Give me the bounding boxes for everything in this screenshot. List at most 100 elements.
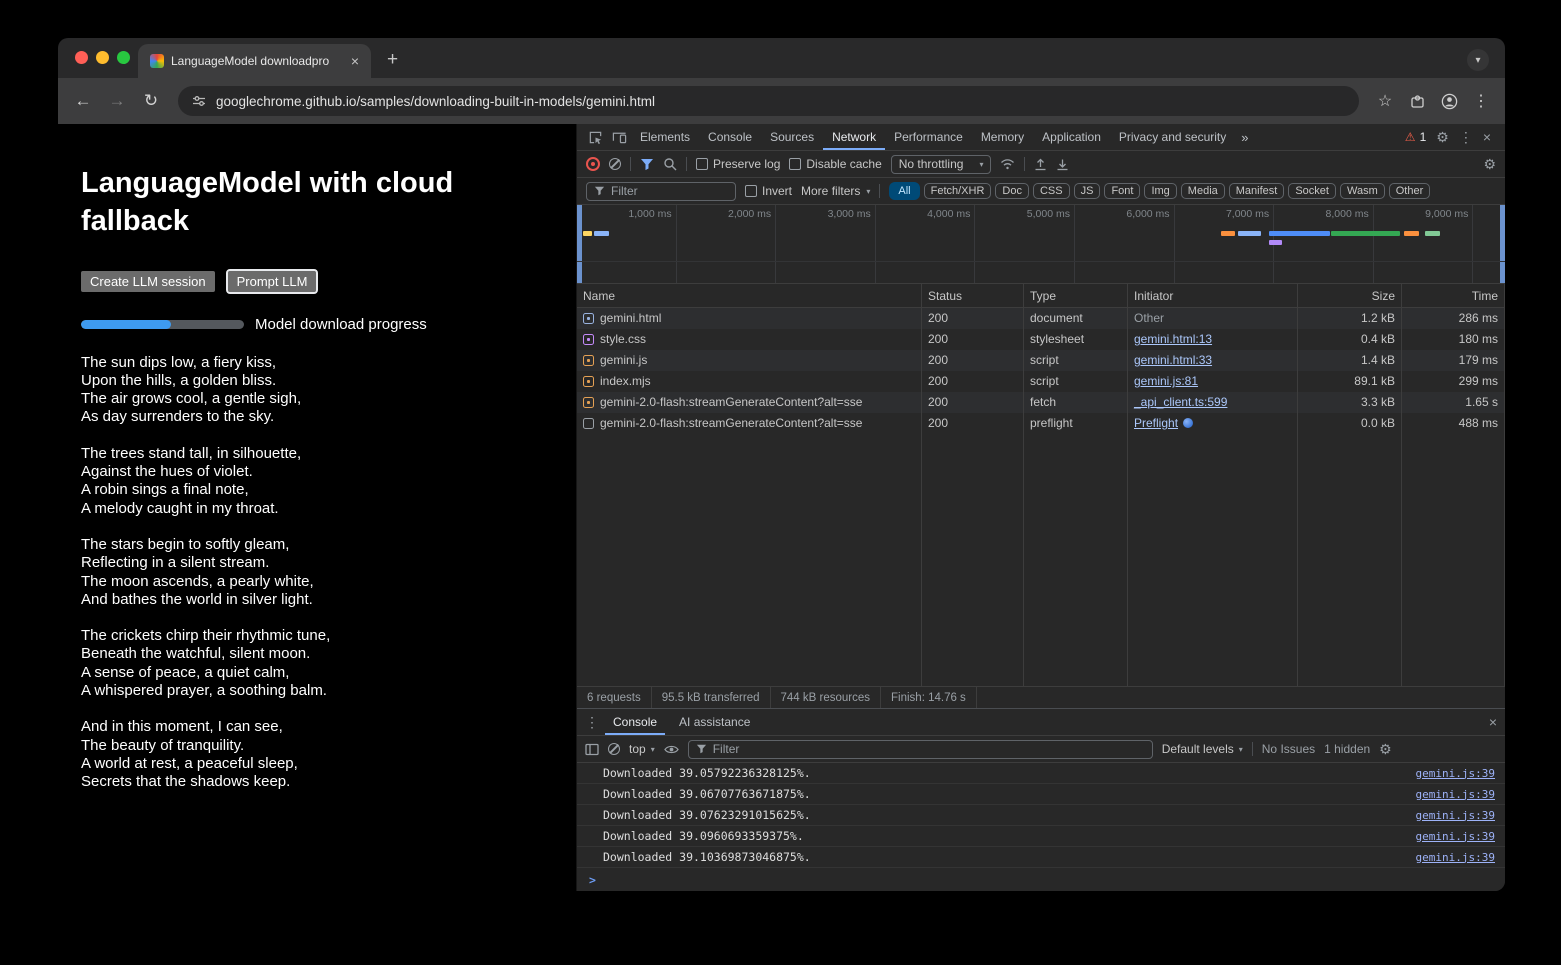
- column-header[interactable]: Time: [1402, 284, 1505, 307]
- request-name-cell[interactable]: gemini.js: [577, 350, 922, 371]
- console-filter-input[interactable]: Filter: [688, 740, 1153, 759]
- initiator-link[interactable]: Other: [1134, 311, 1164, 325]
- console-drawer-tab[interactable]: AI assistance: [671, 709, 758, 735]
- devtools-settings-icon[interactable]: ⚙: [1436, 129, 1449, 146]
- more-filters-button[interactable]: More filters ▾: [801, 184, 870, 198]
- devtools-menu-icon[interactable]: ⋮: [1459, 129, 1473, 146]
- browser-menu-icon[interactable]: ⋮: [1467, 87, 1495, 115]
- initiator-link[interactable]: Preflight: [1134, 416, 1178, 430]
- initiator-link[interactable]: gemini.html:13: [1134, 332, 1212, 346]
- create-llm-session-button[interactable]: Create LLM session: [81, 271, 215, 292]
- timeline-selection-handle[interactable]: [577, 205, 582, 283]
- tab-search-button[interactable]: ▾: [1467, 49, 1489, 71]
- initiator-cell[interactable]: Preflight: [1128, 413, 1298, 434]
- export-har-icon[interactable]: [1056, 158, 1069, 171]
- network-filter-chip[interactable]: CSS: [1033, 183, 1070, 199]
- inspect-element-icon[interactable]: [583, 124, 607, 150]
- request-name-cell[interactable]: index.mjs: [577, 371, 922, 392]
- initiator-cell[interactable]: Other: [1128, 308, 1298, 329]
- site-info-icon[interactable]: [192, 94, 206, 108]
- extensions-icon[interactable]: [1403, 87, 1431, 115]
- drawer-close-icon[interactable]: ×: [1489, 714, 1497, 730]
- forward-button[interactable]: →: [102, 86, 132, 116]
- request-name-cell[interactable]: style.css: [577, 329, 922, 350]
- console-drawer-tab[interactable]: Console: [605, 709, 665, 735]
- devtools-tab[interactable]: Sources: [761, 124, 823, 150]
- console-source-link[interactable]: gemini.js:39: [1416, 809, 1495, 822]
- browser-tab[interactable]: LanguageModel downloadpro ×: [138, 44, 371, 78]
- network-row[interactable]: style.css 200 stylesheet gemini.html:13 …: [577, 329, 1505, 350]
- disable-cache-checkbox[interactable]: Disable cache: [789, 157, 881, 171]
- console-levels-select[interactable]: Default levels ▾: [1162, 742, 1243, 756]
- network-filter-chip[interactable]: Img: [1144, 183, 1176, 199]
- devtools-tab[interactable]: Performance: [885, 124, 972, 150]
- bookmark-star-icon[interactable]: ☆: [1371, 87, 1399, 115]
- network-row[interactable]: gemini-2.0-flash:streamGenerateContent?a…: [577, 392, 1505, 413]
- console-source-link[interactable]: gemini.js:39: [1416, 851, 1495, 864]
- devtools-tab[interactable]: Application: [1033, 124, 1110, 150]
- request-name-cell[interactable]: gemini.html: [577, 308, 922, 329]
- clear-network-log-button[interactable]: [609, 158, 621, 170]
- issues-warning-badge[interactable]: ⚠ 1: [1405, 130, 1426, 144]
- devtools-tab[interactable]: Privacy and security: [1110, 124, 1235, 150]
- devtools-close-icon[interactable]: ×: [1483, 129, 1491, 145]
- initiator-link[interactable]: gemini.html:33: [1134, 353, 1212, 367]
- console-settings-icon[interactable]: ⚙: [1379, 741, 1392, 758]
- network-row[interactable]: gemini.html 200 document Other 1.2 kB 28…: [577, 308, 1505, 329]
- minimize-window-button[interactable]: [96, 51, 109, 64]
- network-filter-chip[interactable]: Manifest: [1229, 183, 1285, 199]
- request-name-cell[interactable]: gemini-2.0-flash:streamGenerateContent?a…: [577, 413, 922, 434]
- preserve-log-checkbox[interactable]: Preserve log: [696, 157, 780, 171]
- drawer-menu-icon[interactable]: ⋮: [585, 714, 599, 731]
- url-bar[interactable]: googlechrome.github.io/samples/downloadi…: [178, 86, 1359, 116]
- initiator-cell[interactable]: gemini.html:33: [1128, 350, 1298, 371]
- back-button[interactable]: ←: [68, 86, 98, 116]
- network-row[interactable]: gemini.js 200 script gemini.html:33 1.4 …: [577, 350, 1505, 371]
- console-prompt[interactable]: >: [577, 868, 1505, 891]
- clear-console-icon[interactable]: [608, 743, 620, 755]
- console-source-link[interactable]: gemini.js:39: [1416, 830, 1495, 843]
- network-filter-chip[interactable]: Wasm: [1340, 183, 1385, 199]
- import-har-icon[interactable]: [1034, 158, 1047, 171]
- network-conditions-icon[interactable]: [1000, 158, 1015, 170]
- network-search-icon[interactable]: [663, 157, 677, 171]
- request-name-cell[interactable]: gemini-2.0-flash:streamGenerateContent?a…: [577, 392, 922, 413]
- eye-icon[interactable]: [664, 744, 679, 755]
- devtools-tab[interactable]: Memory: [972, 124, 1033, 150]
- more-panels-icon[interactable]: »: [1235, 130, 1254, 145]
- network-filter-chip[interactable]: Other: [1389, 183, 1431, 199]
- network-filter-chip[interactable]: Fetch/XHR: [924, 183, 992, 199]
- timeline-selection-handle[interactable]: [1500, 205, 1505, 283]
- console-context-select[interactable]: top ▾: [629, 742, 655, 756]
- console-sidebar-icon[interactable]: [585, 743, 599, 756]
- network-filter-chip[interactable]: Font: [1104, 183, 1140, 199]
- throttling-select[interactable]: No throttling ▾: [891, 155, 992, 174]
- network-overview-timeline[interactable]: 1,000 ms 2,000 ms 3,000 ms 4,000 ms 5,00…: [577, 205, 1505, 284]
- console-source-link[interactable]: gemini.js:39: [1416, 788, 1495, 801]
- console-issues-label[interactable]: No Issues: [1262, 742, 1315, 756]
- network-filter-chip[interactable]: All: [889, 182, 919, 200]
- zoom-window-button[interactable]: [117, 51, 130, 64]
- initiator-cell[interactable]: _api_client.ts:599: [1128, 392, 1298, 413]
- column-header[interactable]: Size: [1298, 284, 1402, 307]
- console-source-link[interactable]: gemini.js:39: [1416, 767, 1495, 780]
- devtools-tab[interactable]: Elements: [631, 124, 699, 150]
- prompt-llm-button[interactable]: Prompt LLM: [228, 271, 317, 292]
- network-filter-input[interactable]: Filter: [586, 182, 736, 201]
- filter-toggle-icon[interactable]: [640, 158, 654, 171]
- network-filter-chip[interactable]: JS: [1074, 183, 1101, 199]
- initiator-cell[interactable]: gemini.html:13: [1128, 329, 1298, 350]
- record-network-log-button[interactable]: [586, 157, 600, 171]
- tab-close-icon[interactable]: ×: [347, 53, 363, 69]
- network-filter-chip[interactable]: Socket: [1288, 183, 1336, 199]
- network-filter-chip[interactable]: Media: [1181, 183, 1225, 199]
- column-header[interactable]: Initiator: [1128, 284, 1298, 307]
- column-header[interactable]: Status: [922, 284, 1024, 307]
- invert-checkbox[interactable]: Invert: [745, 184, 792, 198]
- initiator-link[interactable]: gemini.js:81: [1134, 374, 1198, 388]
- profile-avatar-icon[interactable]: [1435, 87, 1463, 115]
- column-header[interactable]: Type: [1024, 284, 1128, 307]
- close-window-button[interactable]: [75, 51, 88, 64]
- devtools-tab[interactable]: Console: [699, 124, 761, 150]
- column-header[interactable]: Name: [577, 284, 922, 307]
